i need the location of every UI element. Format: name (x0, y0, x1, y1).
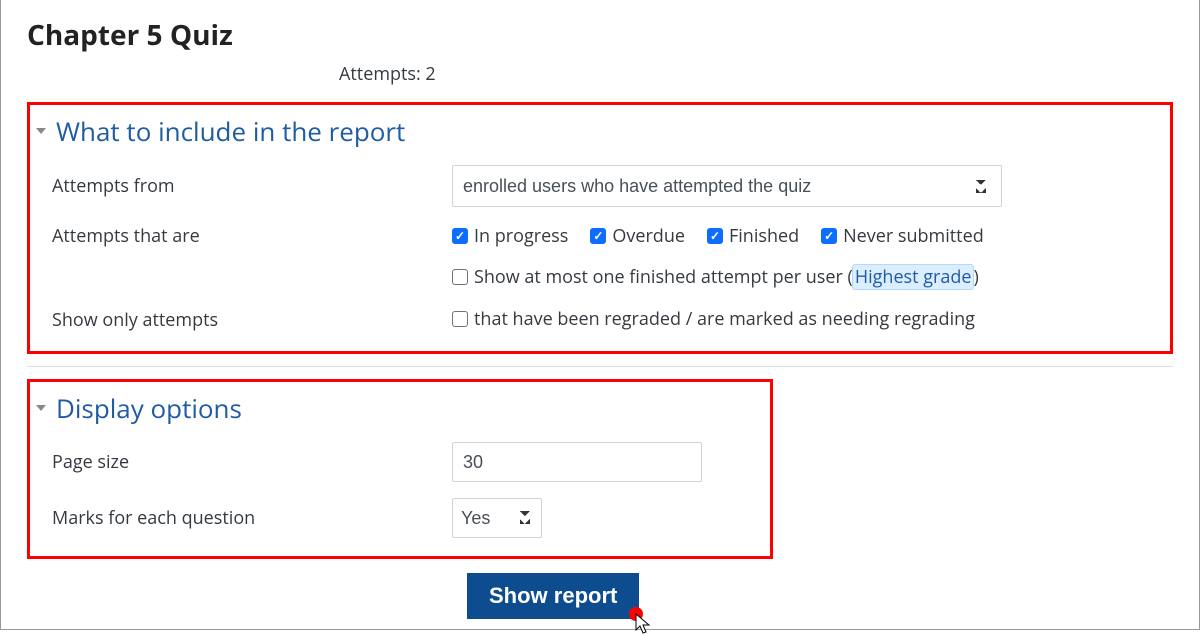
chevron-down-icon (36, 128, 46, 134)
one-per-user-text: Show at most one finished attempt per us… (474, 265, 843, 289)
checkbox-in-progress-label: In progress (474, 224, 568, 248)
marks-label: Marks for each question (52, 506, 452, 530)
show-only-label: Show only attempts (52, 308, 452, 332)
checkbox-finished-label: Finished (729, 224, 799, 248)
attempts-from-label: Attempts from (52, 174, 452, 198)
highest-grade-link[interactable]: Highest grade (853, 265, 974, 289)
marks-select[interactable]: Yes (452, 498, 542, 538)
section-divider (27, 366, 1173, 367)
checkbox-in-progress[interactable] (452, 228, 468, 244)
checkbox-overdue[interactable] (590, 228, 606, 244)
paren-close: ) (973, 265, 978, 289)
page-size-input[interactable] (452, 442, 702, 482)
attempts-count: Attempts: 2 (339, 62, 1173, 86)
section-toggle-display[interactable]: Display options (36, 390, 760, 426)
chevron-down-icon (36, 405, 46, 411)
page-title: Chapter 5 Quiz (27, 0, 1173, 54)
include-in-report-section: What to include in the report Attempts f… (27, 102, 1173, 354)
checkbox-one-per-user[interactable] (452, 269, 468, 285)
checkbox-never-submitted-label: Never submitted (843, 224, 984, 248)
cursor-arrow-icon (635, 613, 653, 635)
checkbox-regraded[interactable] (452, 311, 468, 327)
checkbox-overdue-label: Overdue (612, 224, 685, 248)
checkbox-never-submitted[interactable] (821, 228, 837, 244)
display-options-section: Display options Page size Marks for each… (27, 379, 773, 559)
attempts-that-are-label: Attempts that are (52, 224, 452, 248)
checkbox-finished[interactable] (707, 228, 723, 244)
section-toggle-include[interactable]: What to include in the report (36, 113, 1160, 149)
regraded-text: that have been regraded / are marked as … (474, 307, 975, 331)
page-size-label: Page size (52, 450, 452, 474)
section-heading-display: Display options (56, 390, 242, 426)
section-heading-include: What to include in the report (56, 113, 405, 149)
show-report-button[interactable]: Show report (467, 573, 639, 619)
attempts-from-select[interactable]: enrolled users who have attempted the qu… (452, 165, 1002, 207)
